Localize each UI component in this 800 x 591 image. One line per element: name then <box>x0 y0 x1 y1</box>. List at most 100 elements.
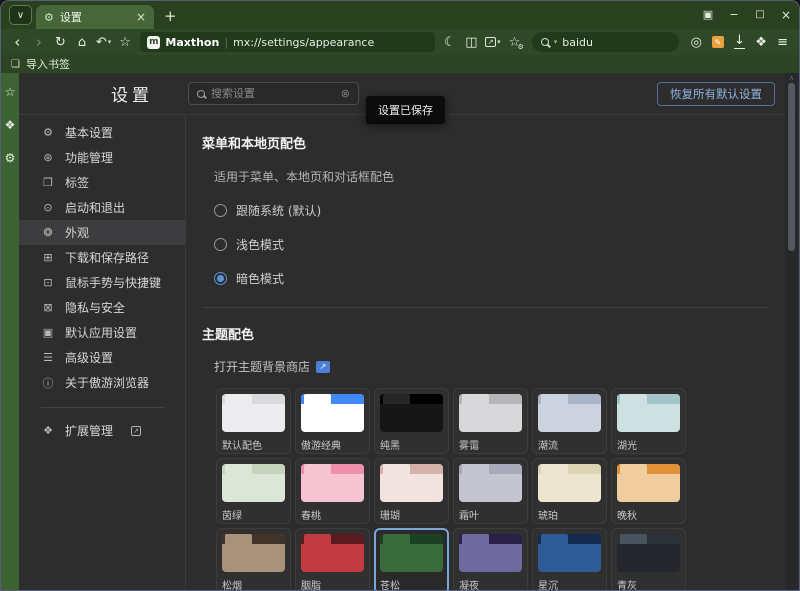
brand-label: Maxthon <box>165 36 219 49</box>
titlebar: ∨ ⚙ 设置 × + ▣ − □ × <box>1 1 799 29</box>
theme-card-star-deep[interactable]: 星沉 <box>532 528 607 590</box>
quick-search-box[interactable]: ▾ baidu <box>532 32 679 52</box>
theme-name: 茵绿 <box>222 507 285 522</box>
settings-sidebar-icon[interactable]: ⚙ <box>5 151 16 165</box>
radio-label: 暗色模式 <box>236 270 284 287</box>
side-edge-bar: ☆ ❖ ⚙ <box>1 73 19 590</box>
sidebar-item-privacy[interactable]: ⊠隐私与安全 <box>19 295 185 320</box>
external-link-icon[interactable]: ↗ <box>316 361 330 373</box>
scrollbar-thumb[interactable] <box>788 83 795 251</box>
theme-store-row: 打开主题背景商店 ↗ <box>214 358 799 375</box>
theme-card-pure-black[interactable]: 纯黑 <box>374 388 449 454</box>
theme-preview <box>222 464 285 502</box>
radio-unselected[interactable] <box>214 204 227 217</box>
theme-preview-tab <box>383 464 410 474</box>
theme-card-night[interactable]: 凝夜 <box>453 528 528 590</box>
minimize-button[interactable]: − <box>721 1 747 29</box>
theme-preview <box>459 464 522 502</box>
radio-selected[interactable] <box>214 272 227 285</box>
sidebar-item-label: 启动和退出 <box>65 199 125 216</box>
theme-card-frost-leaf[interactable]: 霜叶 <box>453 458 528 524</box>
back-button[interactable]: ‹ <box>7 32 28 52</box>
new-tab-button[interactable]: + <box>164 1 177 25</box>
tab-close-icon[interactable]: × <box>136 10 146 24</box>
home-button[interactable]: ⌂ <box>72 32 93 52</box>
navigation-toolbar: ‹ › ↻ ⌂ ↶▾ ☆ m Maxthon | mx://settings/a… <box>1 29 799 55</box>
split-screen-icon[interactable]: ◫ <box>461 32 482 52</box>
tab-title: 设置 <box>60 9 82 25</box>
sidebar-item-label: 外观 <box>65 224 89 241</box>
theme-name: 傲游经典 <box>301 437 364 452</box>
settings-search-box[interactable]: ⊗ <box>188 82 359 105</box>
close-button[interactable]: × <box>773 1 799 29</box>
screenshot-icon[interactable]: ◎ <box>686 32 707 52</box>
favorites-sidebar-icon[interactable]: ☆ <box>5 85 16 99</box>
restore-defaults-button[interactable]: 恢复所有默认设置 <box>657 82 775 106</box>
clear-search-icon[interactable]: ⊗ <box>341 87 350 100</box>
sidebar-item-tabs[interactable]: ❐标签 <box>19 170 185 195</box>
radio-label: 浅色模式 <box>236 236 284 253</box>
favorites-manager-icon[interactable]: ☆⚙ <box>504 32 525 52</box>
theme-card-classic[interactable]: 傲游经典 <box>295 388 370 454</box>
sidebar-item-about[interactable]: ⓘ关于傲游浏览器 <box>19 370 185 395</box>
maximize-button[interactable]: □ <box>747 1 773 29</box>
theme-card-rouge[interactable]: 胭脂 <box>295 528 370 590</box>
theme-card-coral[interactable]: 珊瑚 <box>374 458 449 524</box>
theme-name: 纯黑 <box>380 437 443 452</box>
theme-preview-tab <box>304 394 331 404</box>
theme-card-peach[interactable]: 春桃 <box>295 458 370 524</box>
active-tab[interactable]: ⚙ 设置 × <box>36 5 154 29</box>
extensions-icon[interactable]: ❖ <box>751 32 772 52</box>
workspace-icon[interactable]: ▣ <box>695 1 721 29</box>
color-mode-option-1[interactable]: 浅色模式 <box>214 236 799 253</box>
theme-preview-tab <box>304 534 331 544</box>
reader-mode-icon[interactable]: ☾ <box>440 32 461 52</box>
theme-card-slate-gray[interactable]: 青灰 <box>611 528 686 590</box>
quick-access-icon[interactable]: ❖ <box>5 118 16 132</box>
color-mode-option-2[interactable]: 暗色模式 <box>214 270 799 287</box>
sidebar-item-extensions[interactable]: ❖ 扩展管理 ↗ <box>19 418 185 443</box>
share-icon[interactable]: ↗▾ <box>483 32 504 52</box>
forward-button[interactable]: › <box>29 32 50 52</box>
theme-card-lake[interactable]: 湖光 <box>611 388 686 454</box>
download-icon[interactable]: ↓ <box>729 32 750 52</box>
scrollbar[interactable]: ∧ <box>785 73 798 590</box>
address-bar[interactable]: m Maxthon | mx://settings/appearance <box>140 32 434 52</box>
theme-card-pine-green[interactable]: 苍松 <box>374 528 449 590</box>
features-icon: ⊛ <box>41 151 55 164</box>
theme-name: 松烟 <box>222 577 285 590</box>
sidebar-item-basic[interactable]: ⚙基本设置 <box>19 120 185 145</box>
settings-search-input[interactable] <box>211 87 335 100</box>
theme-card-pine-smoke[interactable]: 松烟 <box>216 528 291 590</box>
theme-card-trend[interactable]: 潮流 <box>532 388 607 454</box>
sidebar-item-gestures[interactable]: ⊡鼠标手势与快捷键 <box>19 270 185 295</box>
theme-store-link[interactable]: 打开主题背景商店 <box>214 358 310 375</box>
theme-card-late-autumn[interactable]: 晚秋 <box>611 458 686 524</box>
sidebar-item-appearance[interactable]: ❂外观 <box>19 220 185 245</box>
theme-name: 晚秋 <box>617 507 680 522</box>
sidebar-item-default-apps[interactable]: ▣默认应用设置 <box>19 320 185 345</box>
import-bookmarks-button[interactable]: 导入书签 <box>26 56 70 72</box>
scroll-up-arrow[interactable]: ∧ <box>785 74 798 82</box>
sidebar-item-advanced[interactable]: ☰高级设置 <box>19 345 185 370</box>
bookmark-star-button[interactable]: ☆ <box>115 32 136 52</box>
chevron-down-icon: ▾ <box>554 38 558 46</box>
sidebar-item-downloads[interactable]: ⊞下载和保存路径 <box>19 245 185 270</box>
radio-unselected[interactable] <box>214 238 227 251</box>
sidebar-item-startup[interactable]: ⊙启动和退出 <box>19 195 185 220</box>
color-mode-option-0[interactable]: 跟随系统 (默认) <box>214 202 799 219</box>
theme-name: 湖光 <box>617 437 680 452</box>
tab-list-dropdown-button[interactable]: ∨ <box>9 5 32 25</box>
theme-preview-tab <box>462 394 489 404</box>
theme-card-default[interactable]: 默认配色 <box>216 388 291 454</box>
undo-button[interactable]: ↶▾ <box>93 32 114 52</box>
sidebar-item-features[interactable]: ⊛功能管理 <box>19 145 185 170</box>
refresh-button[interactable]: ↻ <box>50 32 71 52</box>
theme-card-mist[interactable]: 雾霭 <box>453 388 528 454</box>
sidebar-item-label: 高级设置 <box>65 349 113 366</box>
theme-card-amber[interactable]: 琥珀 <box>532 458 607 524</box>
settings-page: 设置已保存 设置 ⊗ 恢复所有默认设置 ⚙基本设置⊛功能管理❐标签⊙启动和退出❂… <box>19 73 799 590</box>
menu-icon[interactable]: ≡ <box>772 32 793 52</box>
maxnote-icon[interactable]: ✎ <box>708 32 729 52</box>
theme-card-grass-green[interactable]: 茵绿 <box>216 458 291 524</box>
